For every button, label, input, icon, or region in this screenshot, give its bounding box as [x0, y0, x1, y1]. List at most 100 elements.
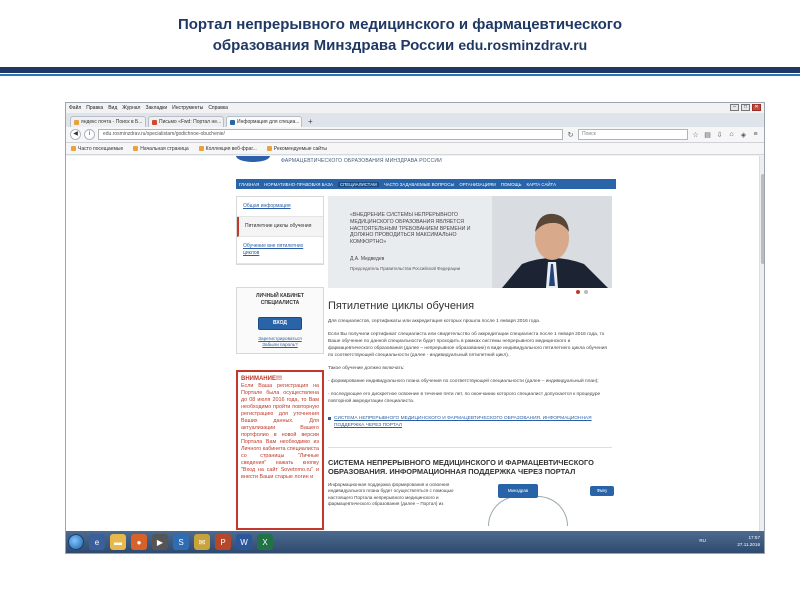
personal-cabinet-panel: ЛИЧНЫЙ КАБИНЕТ СПЕЦИАЛИСТА ВХОД Зарегист… — [236, 287, 324, 354]
tab-bar: яндекс почта - Поиск в Б... Письмо «Fwd:… — [66, 113, 764, 127]
tab-favicon — [74, 119, 79, 125]
bookmarks-bar: Часто посещаемые Начальная страница Колл… — [66, 143, 764, 155]
language-indicator[interactable]: RU — [699, 538, 706, 543]
windows-taskbar: e ▬ ● ▶ S ✉ P W X RU 17:57 27.11.2016 — [66, 531, 764, 553]
slide-title: Портал непрерывного медицинского и фарма… — [0, 14, 800, 56]
nav-home[interactable]: ГЛАВНАЯ — [239, 182, 259, 187]
info-section: Информационная поддержка формирования и … — [328, 482, 614, 526]
outlook-icon[interactable]: ✉ — [194, 534, 210, 550]
menu-tools[interactable]: Инструменты — [172, 105, 203, 111]
bookmark-most-visited[interactable]: Часто посещаемые — [71, 146, 123, 152]
window-controls: – □ ✕ — [730, 104, 761, 111]
tab-label: яндекс почта - Поиск в Б... — [81, 119, 143, 125]
back-icon[interactable]: ◀ — [70, 129, 81, 140]
start-button[interactable] — [68, 534, 84, 550]
excel-icon[interactable]: X — [257, 534, 273, 550]
slide-divider-accent — [0, 74, 800, 76]
address-bar[interactable]: edu.rosminzdrav.ru/specialistam/godichno… — [98, 129, 563, 140]
portrait-image — [492, 196, 612, 288]
powerpoint-icon[interactable]: P — [215, 534, 231, 550]
browser-menubar: Файл Правка Вид Журнал Закладки Инструме… — [66, 103, 764, 113]
slide-divider — [0, 67, 800, 73]
tab-yandex-mail[interactable]: яндекс почта - Поиск в Б... — [70, 116, 146, 127]
body-paragraph: Такое обучение должно включать: — [328, 366, 405, 371]
warning-box: ВНИМАНИЕ!!! Если Ваша регистрация на Пор… — [236, 370, 324, 530]
bookmark-icon — [133, 146, 139, 151]
menu-view[interactable]: Вид — [108, 105, 117, 111]
warning-text: Если Ваша регистрация на Портале была ос… — [241, 383, 319, 480]
nav-organizations[interactable]: ОРГАНИЗАЦИЯМ — [459, 182, 496, 187]
diagram-box: Минздрав — [498, 484, 538, 498]
menu-help[interactable]: Справка — [208, 105, 228, 111]
diagram-box: Фмпу — [590, 486, 614, 496]
left-menu-general-info[interactable]: Общая информация — [237, 197, 323, 217]
forgot-password-link[interactable]: Забыли пароль? — [241, 342, 319, 348]
login-button[interactable]: ВХОД — [258, 317, 302, 330]
carousel-dot[interactable] — [584, 290, 588, 294]
system-clock[interactable]: 17:57 27.11.2016 — [737, 534, 760, 548]
bookmark-suggested[interactable]: Рекомендуемые сайты — [266, 146, 327, 152]
slide-title-line1: Портал непрерывного медицинского и фарма… — [177, 16, 623, 33]
bookmark-start-page[interactable]: Начальная страница — [133, 145, 189, 152]
nav-legal-base[interactable]: НОРМАТИВНО-ПРАВОВАЯ БАЗА — [264, 182, 333, 187]
maximize-button[interactable]: □ — [741, 104, 750, 111]
new-tab-button[interactable]: + — [304, 116, 317, 127]
clock-date: 27.11.2016 — [737, 542, 760, 547]
body-paragraph: - формирование индивидуального плана обу… — [328, 379, 599, 384]
bookmark-label: Начальная страница — [140, 145, 189, 152]
nav-help[interactable]: ПОМОЩЬ — [501, 182, 522, 187]
minimize-button[interactable]: – — [730, 104, 739, 111]
scrollbar-thumb[interactable] — [761, 174, 764, 264]
reload-icon[interactable]: ↻ — [566, 131, 575, 139]
download-icon[interactable]: ⇩ — [715, 131, 724, 139]
page-viewport: ФАРМАЦЕВТИЧЕСКОГО ОБРАЗОВАНИЯ МИНЗДРАВА … — [66, 156, 764, 533]
system-info-link[interactable]: СИСТЕМА НЕПРЕРЫВНОГО МЕДИЦИНСКОГО И ФАРМ… — [328, 415, 612, 429]
vertical-scrollbar[interactable] — [759, 156, 764, 533]
menu-edit[interactable]: Правка — [86, 105, 103, 111]
bookmark-icon — [198, 146, 204, 151]
menu-bookmarks[interactable]: Закладки — [145, 105, 167, 111]
bookmark-web-slices[interactable]: Коллекция веб-фраг... — [198, 145, 257, 152]
left-menu-five-year-cycles[interactable]: Пятилетние циклы обучения — [237, 217, 323, 237]
close-button[interactable]: ✕ — [752, 104, 761, 111]
left-column: Общая информация Пятилетние циклы обучен… — [236, 196, 324, 530]
menu-history[interactable]: Журнал — [122, 105, 140, 111]
info-text: Информационная поддержка формирования и … — [328, 482, 454, 507]
home-icon[interactable]: ⌂ — [727, 131, 736, 138]
firefox-icon[interactable]: ● — [131, 534, 147, 550]
banner-author: Д.А. Медведев — [350, 256, 385, 262]
slide-title-text: образования Минздрава России — [212, 37, 455, 54]
tab-mail-letter[interactable]: Письмо «Fwd: Портал не... — [148, 116, 224, 127]
carousel-dot-active[interactable] — [576, 290, 580, 294]
shield-icon[interactable]: ◈ — [739, 131, 748, 139]
nav-specialists[interactable]: СПЕЦИАЛИСТАМ — [337, 181, 379, 187]
page-title: Пятилетние циклы обучения — [328, 300, 475, 312]
banner-quote: «ВНЕДРЕНИЕ СИСТЕМЫ НЕПРЕРЫВНОГО МЕДИЦИНС… — [350, 212, 471, 246]
tab-favicon — [230, 119, 235, 125]
media-player-icon[interactable]: ▶ — [152, 534, 168, 550]
explorer-icon[interactable]: ▬ — [110, 534, 126, 550]
skype-icon[interactable]: S — [173, 534, 189, 550]
ie-icon[interactable]: e — [89, 534, 105, 550]
tab-specialist-info[interactable]: Информация для специа... — [226, 116, 302, 127]
body-paragraph: Если Вы получили сертификат специалиста … — [328, 332, 607, 358]
nav-sitemap[interactable]: КАРТА САЙТА — [527, 182, 557, 187]
menu-file[interactable]: Файл — [69, 105, 81, 111]
nav-faq[interactable]: ЧАСТО ЗАДАВАЕМЫЕ ВОПРОСЫ — [384, 182, 455, 187]
menu-icon[interactable]: ≡ — [751, 131, 760, 138]
tab-label: Информация для специа... — [237, 119, 300, 125]
slide-title-line2: образования Минздрава России edu.rosminz… — [0, 35, 800, 56]
site-page: ФАРМАЦЕВТИЧЕСКОГО ОБРАЗОВАНИЯ МИНЗДРАВА … — [236, 156, 616, 530]
star-icon[interactable]: ☆ — [691, 131, 700, 139]
left-menu: Общая информация Пятилетние циклы обучен… — [236, 196, 324, 265]
bookmark-label: Коллекция веб-фраг... — [205, 145, 257, 152]
word-icon[interactable]: W — [236, 534, 252, 550]
main-column: «ВНЕДРЕНИЕ СИСТЕМЫ НЕПРЕРЫВНОГО МЕДИЦИНС… — [328, 196, 614, 526]
library-icon[interactable]: ▤ — [703, 131, 712, 139]
search-input[interactable]: Поиск — [578, 129, 688, 140]
warning-title: ВНИМАНИЕ!!! — [241, 376, 282, 382]
diagram-arc — [488, 496, 568, 526]
tab-label: Письмо «Fwd: Портал не... — [159, 119, 222, 125]
left-menu-outside-cycles[interactable]: Обучение вне пятилетних циклов — [237, 237, 323, 264]
info-icon[interactable]: i — [84, 129, 95, 140]
